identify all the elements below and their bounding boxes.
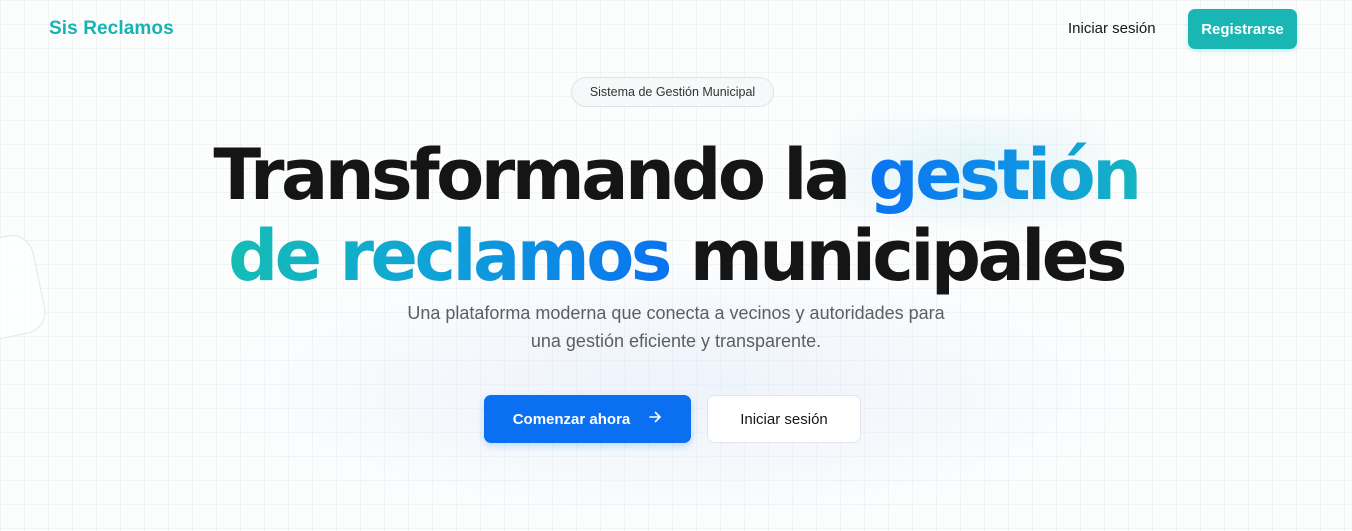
start-now-label: Comenzar ahora [512,410,631,428]
headline-plain-text: municipales [689,215,1128,297]
hero-subtitle-line1: Una plataforma moderna que conecta a vec… [407,303,945,323]
headline-plain-text: Transformando la [213,134,851,216]
register-button[interactable]: Registrarse [1188,9,1297,49]
hero-headline-line1: Transformando la gestión [0,140,1352,210]
nav-login-link[interactable]: Iniciar sesión [1068,20,1156,37]
start-now-button[interactable]: Comenzar ahora [484,395,691,443]
section-badge: Sistema de Gestión Municipal [571,77,774,107]
brand-logo[interactable]: Sis Reclamos [49,18,174,40]
headline-highlight-text: gestión [868,134,1142,216]
hero-headline-line2: de reclamos municipales [0,221,1352,291]
hero-login-button[interactable]: Iniciar sesión [707,395,861,443]
arrow-right-icon [648,410,662,429]
headline-highlight-text: de reclamos [228,215,672,297]
hero-subtitle-line2: una gestión eficiente y transparente. [530,331,822,351]
